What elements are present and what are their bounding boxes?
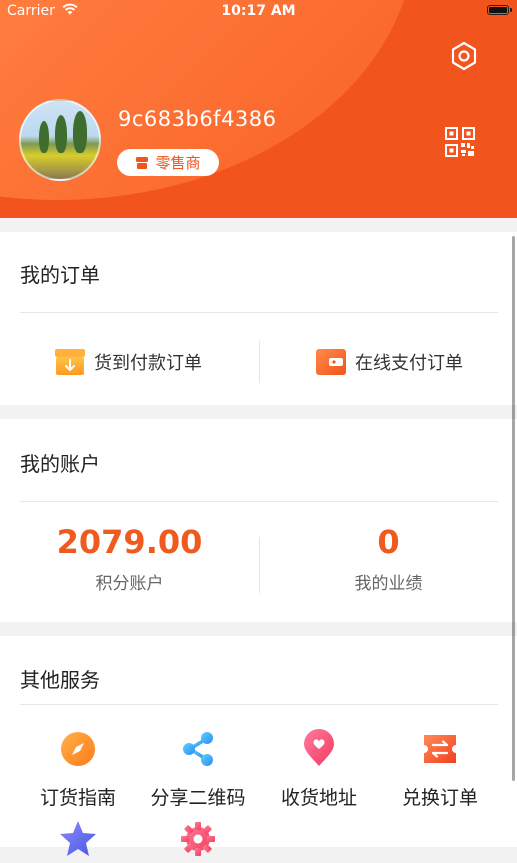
star-icon [60,821,96,856]
role-badge-label: 零售商 [155,154,201,172]
orders-divider [20,312,498,313]
orders-title: 我的订单 [20,263,100,287]
role-badge: 零售商 [117,149,219,176]
settings-gear-icon [181,822,215,856]
delivery-box-icon [55,349,85,375]
wallet-icon [316,349,346,375]
avatar-tree-shape [39,121,49,153]
share-icon [183,732,213,766]
profile-header: Carrier 10:17 AM 9c683b6f4386 零售商 [0,0,517,218]
online-payment-label: 在线支付订单 [355,353,463,374]
my-performance[interactable]: 0 我的业绩 [259,523,517,594]
avatar-tree-shape [55,115,67,153]
online-payment-orders-button[interactable]: 在线支付订单 [315,345,463,379]
service-settings[interactable] [139,819,257,863]
points-value: 2079.00 [56,523,203,561]
shop-icon [136,156,149,169]
service-favorites[interactable] [19,819,137,863]
settings-icon[interactable] [446,38,482,74]
service-label: 收货地址 [280,787,357,809]
service-label: 订货指南 [39,787,116,809]
services-divider [20,704,498,705]
clock: 10:17 AM [221,3,296,19]
points-label: 积分账户 [95,574,164,594]
cash-on-delivery-orders-button[interactable]: 货到付款订单 [54,345,202,379]
qr-code-icon[interactable] [445,127,475,157]
service-shipping-address[interactable]: 收货地址 [260,729,378,810]
services-title: 其他服务 [20,668,100,692]
account-divider [20,501,498,502]
performance-value: 0 [377,523,400,561]
exchange-ticket-icon [424,735,456,763]
avatar-tree-shape [73,111,87,153]
service-label: 分享二维码 [150,787,246,809]
orders-vertical-divider [259,341,260,383]
status-bar: Carrier 10:17 AM [0,0,517,22]
location-pin-icon [304,729,334,766]
avatar[interactable] [19,99,101,181]
scrollbar[interactable] [512,236,515,781]
cash-on-delivery-label: 货到付款订单 [94,353,202,374]
battery-icon [487,5,512,15]
performance-label: 我的业绩 [354,574,423,594]
compass-icon [61,732,95,766]
username: 9c683b6f4386 [118,107,277,131]
points-account[interactable]: 2079.00 积分账户 [0,523,259,594]
account-title: 我的账户 [20,452,100,476]
service-ordering-guide[interactable]: 订货指南 [19,729,137,810]
service-label: 兑换订单 [401,787,478,809]
service-exchange-orders[interactable]: 兑换订单 [381,729,499,810]
service-share-qr[interactable]: 分享二维码 [139,729,257,810]
